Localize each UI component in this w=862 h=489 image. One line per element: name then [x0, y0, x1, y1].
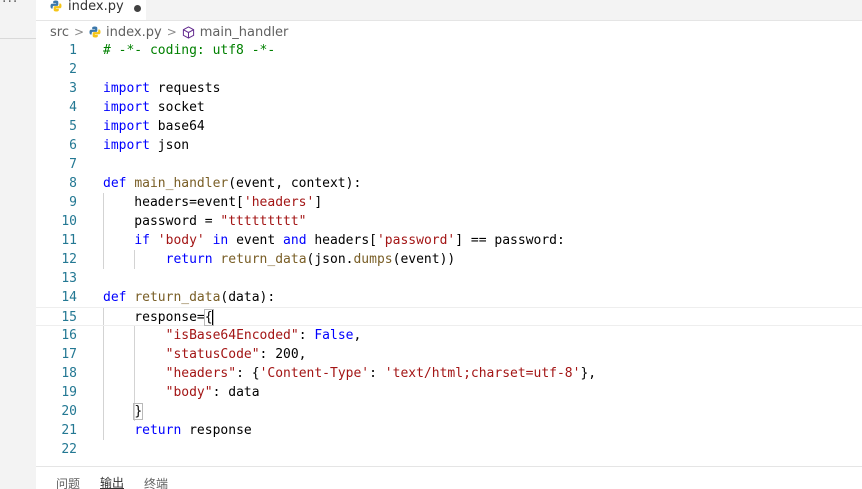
code-line[interactable]: 19 "body": data — [36, 383, 862, 402]
code-line[interactable]: 10 password = "ttttttttt" — [36, 212, 862, 231]
code-text[interactable]: return response — [103, 421, 251, 440]
chevron-right-icon: > — [166, 25, 177, 39]
line-number: 3 — [69, 81, 77, 96]
line-number: 4 — [69, 100, 77, 115]
code-line[interactable]: 7 — [36, 155, 862, 174]
code-line[interactable]: 9 headers=event['headers'] — [36, 193, 862, 212]
code-line[interactable]: 11 if 'body' in event and headers['passw… — [36, 231, 862, 250]
line-number: 2 — [69, 62, 77, 77]
bottom-panel: 问题 输出 终端 — [36, 466, 862, 489]
code-text[interactable]: "isBase64Encoded": False, — [103, 326, 362, 345]
line-number: 6 — [69, 138, 77, 153]
tab-index-py[interactable]: index.py — [36, 0, 146, 20]
panel-tab[interactable]: 终端 — [144, 477, 168, 489]
line-number: 11 — [61, 233, 77, 248]
code-line[interactable]: 17 "statusCode": 200, — [36, 345, 862, 364]
line-number: 8 — [69, 176, 77, 191]
activity-strip: ··· — [0, 0, 36, 489]
panel-tab[interactable]: 输出 — [100, 476, 125, 489]
code-line[interactable]: 4 import socket — [36, 98, 862, 117]
code-line[interactable]: 1 # -*- coding: utf8 -*- — [36, 41, 862, 60]
code-text[interactable]: def main_handler(event, context): — [103, 174, 361, 193]
code-editor[interactable]: 1 # -*- coding: utf8 -*- 2 3 import requests… — [36, 41, 862, 463]
unsaved-dot-icon[interactable] — [134, 5, 141, 12]
line-number: 5 — [69, 119, 77, 134]
code-text[interactable]: def return_data(data): — [103, 288, 275, 307]
line-number: 19 — [61, 385, 77, 400]
code-text[interactable]: "statusCode": 200, — [103, 345, 307, 364]
line-number: 18 — [61, 366, 77, 381]
line-number: 7 — [69, 157, 77, 172]
code-line[interactable]: 12 return return_data(json.dumps(event)) — [36, 250, 862, 269]
breadcrumb-symbol[interactable]: main_handler — [200, 25, 289, 40]
python-file-icon — [50, 0, 62, 12]
tab-label: index.py — [68, 0, 124, 14]
line-number: 10 — [61, 214, 77, 229]
python-file-icon — [89, 26, 101, 38]
line-number: 13 — [61, 271, 77, 286]
panel-tab[interactable]: 问题 — [56, 477, 80, 489]
line-number: 12 — [61, 252, 77, 267]
chevron-right-icon: > — [73, 25, 85, 39]
code-text[interactable]: response={ — [103, 308, 214, 327]
code-line[interactable]: 20 } — [36, 402, 862, 421]
breadcrumb-file[interactable]: index.py — [106, 25, 162, 40]
code-text[interactable]: headers=event['headers'] — [103, 193, 322, 212]
line-number: 20 — [61, 404, 77, 419]
code-text[interactable]: } — [103, 402, 144, 421]
code-line[interactable]: 15 response={ — [36, 307, 862, 326]
line-number: 9 — [69, 195, 77, 210]
line-number: 17 — [61, 347, 77, 362]
line-number: 16 — [61, 328, 77, 343]
line-number: 14 — [61, 290, 77, 305]
code-text[interactable]: # -*- coding: utf8 -*- — [103, 41, 275, 60]
method-cube-icon — [182, 25, 194, 39]
divider — [0, 38, 36, 39]
code-line[interactable]: 13 — [36, 269, 862, 288]
code-line[interactable]: 8 def main_handler(event, context): — [36, 174, 862, 193]
code-line[interactable]: 5 import base64 — [36, 117, 862, 136]
code-line[interactable]: 6 import json — [36, 136, 862, 155]
code-text[interactable]: import base64 — [103, 117, 205, 136]
code-line[interactable]: 18 "headers": {'Content-Type': 'text/htm… — [36, 364, 862, 383]
breadcrumb-folder[interactable]: src — [50, 25, 69, 40]
code-text[interactable]: "body": data — [103, 383, 260, 402]
code-line[interactable]: 21 return response — [36, 421, 862, 440]
breadcrumb: src > index.py > main_handler — [36, 21, 288, 43]
code-text[interactable]: import json — [103, 136, 189, 155]
more-icon[interactable]: ··· — [2, 0, 18, 10]
line-number: 21 — [61, 423, 77, 438]
code-line[interactable]: 2 — [36, 60, 862, 79]
code-line[interactable]: 22 — [36, 440, 862, 459]
tab-bar: index.py — [36, 0, 862, 21]
code-text[interactable]: import requests — [103, 79, 220, 98]
code-text[interactable]: "headers": {'Content-Type': 'text/html;c… — [103, 364, 597, 383]
code-text[interactable]: password = "ttttttttt" — [103, 212, 306, 231]
code-text[interactable]: import socket — [103, 98, 205, 117]
code-text[interactable]: if 'body' in event and headers['password… — [103, 231, 565, 250]
code-line[interactable]: 14 def return_data(data): — [36, 288, 862, 307]
code-text[interactable]: return return_data(json.dumps(event)) — [103, 250, 456, 269]
line-number: 15 — [61, 310, 77, 325]
code-line[interactable]: 3 import requests — [36, 79, 862, 98]
line-number: 1 — [69, 43, 77, 58]
code-line[interactable]: 16 "isBase64Encoded": False, — [36, 326, 862, 345]
line-number: 22 — [61, 442, 77, 457]
